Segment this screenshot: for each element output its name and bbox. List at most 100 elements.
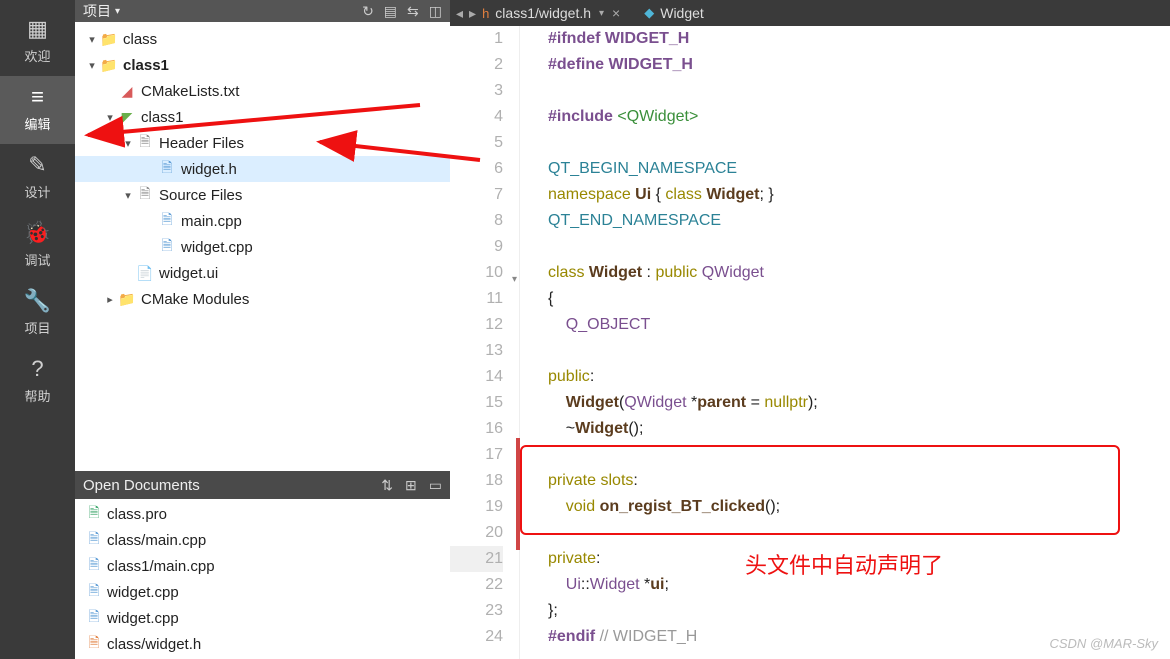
line-number: 20 bbox=[450, 520, 503, 546]
tab-class[interactable]: ◆ Widget bbox=[644, 5, 704, 21]
line-gutter: 123456789▾101112131415161718192021222324 bbox=[450, 26, 520, 659]
rail-icon: 🔧 bbox=[0, 288, 75, 314]
code-line[interactable]: #define WIDGET_H bbox=[548, 52, 1170, 78]
code-line[interactable]: }; bbox=[548, 598, 1170, 624]
rail-icon: 🐞 bbox=[0, 220, 75, 246]
rail-icon: ▦ bbox=[0, 16, 75, 42]
code-line[interactable]: class Widget : public QWidget bbox=[548, 260, 1170, 286]
nav-fwd-icon[interactable]: ▸ bbox=[469, 5, 476, 22]
tree-label: widget.cpp bbox=[181, 239, 253, 256]
tab-file-label: class1/widget.h bbox=[495, 5, 591, 21]
code-line[interactable] bbox=[548, 130, 1170, 156]
doc-label: class1/main.cpp bbox=[107, 558, 215, 575]
file-icon: 🗎 bbox=[83, 632, 105, 656]
open-docs-title: Open Documents bbox=[83, 477, 200, 494]
tree-item[interactable]: ▾🗎widget.cpp bbox=[75, 234, 450, 260]
file-icon: 🗎 bbox=[83, 502, 105, 526]
project-tree[interactable]: ▾📁class▾📁class1▾◢CMakeLists.txt▾◤class1▾… bbox=[75, 22, 450, 471]
tab-bar: ◂ ▸ h class1/widget.h ▾ × ◆ Widget bbox=[450, 0, 1170, 26]
open-docs-list[interactable]: 🗎class.pro🗎class/main.cpp🗎class1/main.cp… bbox=[75, 499, 450, 659]
file-icon: 🗎 bbox=[157, 209, 177, 233]
line-number: 15 bbox=[450, 390, 503, 416]
line-number: 4 bbox=[450, 104, 503, 130]
tree-label: Source Files bbox=[159, 187, 242, 204]
doc-label: class/widget.h bbox=[107, 636, 201, 653]
split-icon[interactable]: ◫ bbox=[429, 3, 442, 20]
tree-item[interactable]: ▾📁class bbox=[75, 26, 450, 52]
file-icon: 📁 bbox=[117, 291, 137, 308]
tree-item[interactable]: ▾🗎main.cpp bbox=[75, 208, 450, 234]
rail-欢迎[interactable]: ▦ 欢迎 bbox=[0, 8, 75, 76]
code-line[interactable] bbox=[548, 78, 1170, 104]
code-line[interactable]: #include <QWidget> bbox=[548, 104, 1170, 130]
line-number: 14 bbox=[450, 364, 503, 390]
rail-icon: ? bbox=[0, 356, 75, 382]
line-number: 3 bbox=[450, 78, 503, 104]
nav-back-icon[interactable]: ◂ bbox=[456, 5, 463, 22]
code-line[interactable]: QT_BEGIN_NAMESPACE bbox=[548, 156, 1170, 182]
file-icon: 📁 bbox=[99, 31, 119, 48]
code-line[interactable]: { bbox=[548, 286, 1170, 312]
expand-arrow-icon[interactable]: ▸ bbox=[103, 293, 117, 306]
mode-rail: ▦ 欢迎 ≡编辑✎设计🐞调试 🔧 项目 ?帮助 bbox=[0, 0, 75, 659]
file-icon: 🗎 bbox=[83, 528, 105, 552]
code-line[interactable]: namespace Ui { class Widget; } bbox=[548, 182, 1170, 208]
file-icon: 🗎 bbox=[83, 554, 105, 578]
open-doc-item[interactable]: 🗎widget.cpp bbox=[75, 579, 450, 605]
split-icon[interactable]: ⊞ bbox=[405, 477, 417, 494]
line-number: 2 bbox=[450, 52, 503, 78]
close-icon[interactable]: × bbox=[612, 5, 620, 21]
code-line[interactable] bbox=[548, 338, 1170, 364]
rail-编辑[interactable]: ≡编辑 bbox=[0, 76, 75, 144]
line-number: 12 bbox=[450, 312, 503, 338]
doc-label: class.pro bbox=[107, 506, 167, 523]
annotation-box bbox=[520, 445, 1120, 535]
expand-arrow-icon[interactable]: ▾ bbox=[85, 59, 99, 72]
open-doc-item[interactable]: 🗎widget.cpp bbox=[75, 605, 450, 631]
code-line[interactable]: Widget(QWidget *parent = nullptr); bbox=[548, 390, 1170, 416]
close-icon[interactable]: ▭ bbox=[429, 477, 442, 494]
expand-arrow-icon[interactable]: ▾ bbox=[85, 33, 99, 46]
project-header: 项目 ▾ ↻ ▤ ⇆ ◫ bbox=[75, 0, 450, 22]
code-line[interactable]: Q_OBJECT bbox=[548, 312, 1170, 338]
line-number: 17 bbox=[450, 442, 503, 468]
rail-label: 欢迎 bbox=[24, 49, 50, 64]
tree-item[interactable]: ▾📁class1 bbox=[75, 52, 450, 78]
line-number: 11 bbox=[450, 286, 503, 312]
open-doc-item[interactable]: 🗎class/widget.h bbox=[75, 631, 450, 657]
line-number: 10 bbox=[450, 260, 503, 286]
code-line[interactable]: public: bbox=[548, 364, 1170, 390]
expand-arrow-icon[interactable]: ▾ bbox=[121, 189, 135, 202]
rail-设计[interactable]: ✎设计 bbox=[0, 144, 75, 212]
open-doc-item[interactable]: 🗎class1/main.cpp bbox=[75, 553, 450, 579]
editor-area: ◂ ▸ h class1/widget.h ▾ × ◆ Widget 12345… bbox=[450, 0, 1170, 659]
line-number: 9 bbox=[450, 234, 503, 260]
tree-label: class1 bbox=[123, 57, 169, 74]
tab-file[interactable]: h class1/widget.h ▾ × bbox=[482, 5, 620, 21]
line-number: 24 bbox=[450, 624, 503, 650]
code-line[interactable]: QT_END_NAMESPACE bbox=[548, 208, 1170, 234]
open-doc-item[interactable]: 🗎class/main.cpp bbox=[75, 527, 450, 553]
open-doc-item[interactable]: 🗎class.pro bbox=[75, 501, 450, 527]
annotation-text: 头文件中自动声明了 bbox=[745, 548, 943, 580]
rail-项目[interactable]: 🔧 项目 bbox=[0, 280, 75, 348]
sync-icon[interactable]: ↻ bbox=[362, 3, 374, 20]
rail-label: 项目 bbox=[24, 321, 50, 336]
tree-item[interactable]: ▾🗎Source Files bbox=[75, 182, 450, 208]
code-line[interactable]: #ifndef WIDGET_H bbox=[548, 26, 1170, 52]
rail-帮助[interactable]: ?帮助 bbox=[0, 348, 75, 416]
sort-icon[interactable]: ⇅ bbox=[381, 477, 393, 494]
filter-icon[interactable]: ▤ bbox=[384, 3, 397, 20]
code-line[interactable]: ~Widget(); bbox=[548, 416, 1170, 442]
chevron-down-icon[interactable]: ▾ bbox=[599, 8, 604, 19]
tree-item[interactable]: ▾📄widget.ui bbox=[75, 260, 450, 286]
file-icon: 🗎 bbox=[83, 606, 105, 630]
code-line[interactable] bbox=[548, 234, 1170, 260]
tree-item[interactable]: ▸📁CMake Modules bbox=[75, 286, 450, 312]
dropdown-icon[interactable]: ▾ bbox=[115, 6, 120, 17]
link-icon[interactable]: ⇆ bbox=[407, 3, 419, 20]
line-number: 7 bbox=[450, 182, 503, 208]
file-icon: 📁 bbox=[99, 57, 119, 74]
rail-调试[interactable]: 🐞调试 bbox=[0, 212, 75, 280]
file-icon: 🗎 bbox=[135, 183, 155, 207]
